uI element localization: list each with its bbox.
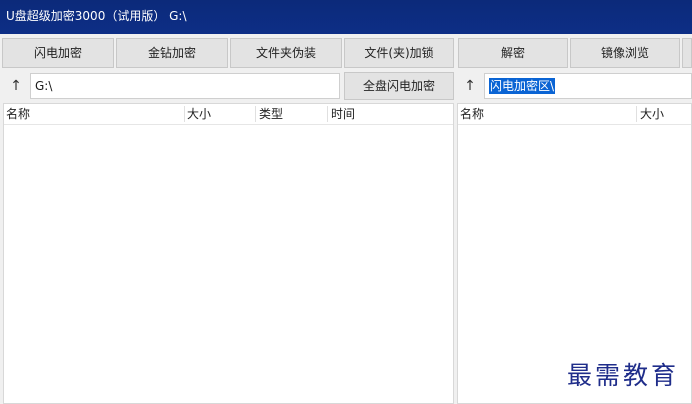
column-header-name[interactable]: 名称 [460, 107, 484, 121]
column-header-size[interactable]: 大小 [640, 107, 664, 121]
right-up-arrow-icon[interactable]: ↑ [458, 72, 482, 100]
column-header-time[interactable]: 时间 [331, 107, 355, 121]
title-bar: U盘超级加密3000（试用版） G:\ [0, 0, 692, 34]
column-divider[interactable] [184, 106, 185, 122]
right-list-header: 名称 大小 [458, 104, 691, 125]
right-path-input[interactable]: 闪电加密区\ [484, 73, 692, 99]
column-divider[interactable] [255, 106, 256, 122]
flash-encrypt-button[interactable]: 闪电加密 [2, 38, 114, 68]
folder-disguise-button[interactable]: 文件夹伪装 [230, 38, 342, 68]
folder-lock-button[interactable]: 文件(夹)加锁 [344, 38, 454, 68]
left-up-arrow-icon[interactable]: ↑ [4, 72, 28, 100]
window-title: U盘超级加密3000（试用版） G:\ [6, 9, 187, 23]
left-list-header: 名称 大小 类型 时间 [4, 104, 453, 125]
column-header-type[interactable]: 类型 [259, 107, 283, 121]
right-path-selected-text: 闪电加密区\ [489, 78, 556, 94]
watermark-text: 最需教育 [567, 361, 680, 390]
column-divider[interactable] [327, 106, 328, 122]
mirror-browse-button[interactable]: 镜像浏览 [570, 38, 680, 68]
column-header-name[interactable]: 名称 [6, 107, 30, 121]
left-path-input[interactable]: G:\ [30, 73, 340, 99]
diamond-encrypt-button[interactable]: 金钻加密 [116, 38, 228, 68]
column-header-size[interactable]: 大小 [187, 107, 211, 121]
decrypt-button[interactable]: 解密 [458, 38, 568, 68]
full-disk-flash-encrypt-button[interactable]: 全盘闪电加密 [344, 72, 454, 100]
left-file-list[interactable]: 名称 大小 类型 时间 [3, 103, 454, 404]
more-toolbar-button[interactable] [682, 38, 692, 68]
toolbar: 闪电加密 金钻加密 文件夹伪装 文件(夹)加锁 解密 镜像浏览 [0, 38, 692, 70]
column-divider[interactable] [636, 106, 637, 122]
path-row: ↑ G:\ 全盘闪电加密 ↑ 闪电加密区\ [0, 72, 692, 100]
